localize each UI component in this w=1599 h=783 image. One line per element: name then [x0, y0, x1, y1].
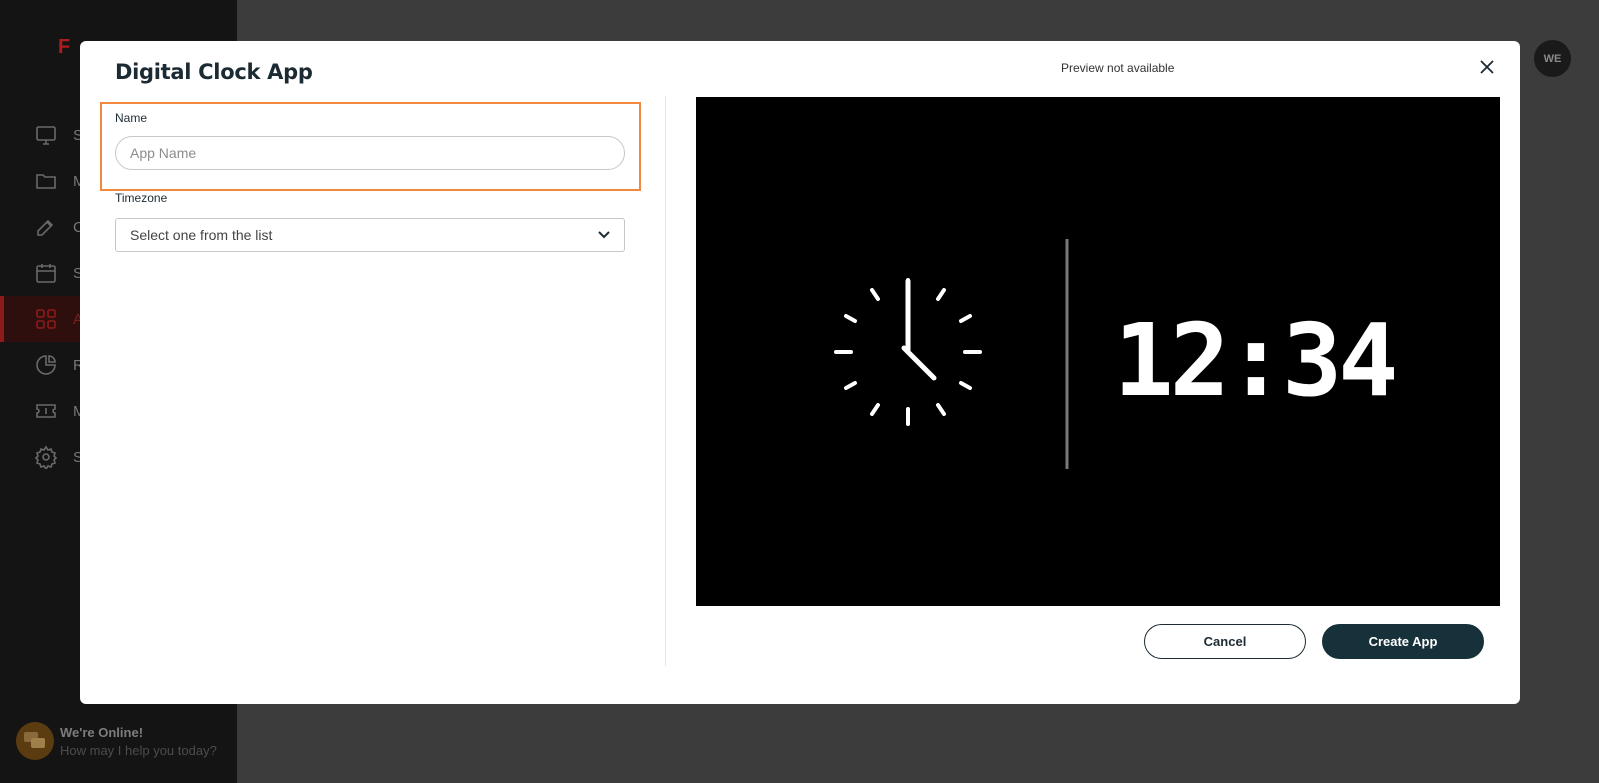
chat-widget[interactable]: We're Online! How may I help you today?	[16, 722, 217, 760]
chat-bubble-icon[interactable]	[16, 722, 54, 760]
timezone-select[interactable]: Select one from the list	[115, 218, 625, 252]
logo: F	[58, 36, 71, 58]
calendar-icon	[36, 264, 56, 283]
analog-clock-icon	[834, 278, 982, 426]
modal-title: Digital Clock App	[115, 60, 313, 84]
column-divider	[665, 96, 666, 666]
pie-chart-icon	[36, 355, 56, 375]
monitor-icon	[36, 126, 56, 145]
preview-note: Preview not available	[1061, 61, 1175, 75]
chevron-down-icon	[598, 231, 610, 239]
avatar[interactable]: WE	[1534, 40, 1571, 77]
create-app-modal: Digital Clock App Preview not available …	[80, 41, 1520, 704]
ticket-dollar-icon	[36, 404, 56, 418]
cancel-button[interactable]: Cancel	[1144, 624, 1306, 659]
close-button[interactable]	[1477, 57, 1497, 77]
gear-icon	[34, 445, 58, 469]
edit-icon	[37, 219, 54, 236]
timezone-label: Timezone	[115, 191, 168, 205]
close-icon	[1480, 60, 1494, 74]
chat-title: We're Online!	[60, 724, 144, 740]
chat-subtitle: How may I help you today?	[60, 742, 217, 758]
timezone-selected-value: Select one from the list	[130, 227, 273, 243]
create-app-button[interactable]: Create App	[1322, 624, 1484, 659]
apps-grid-icon	[36, 309, 56, 329]
digital-time: 12:34	[1113, 302, 1394, 419]
name-label: Name	[115, 111, 148, 125]
folder-icon	[36, 174, 56, 189]
app-name-input[interactable]	[115, 136, 625, 170]
clock-preview: 12:34	[696, 97, 1500, 606]
clock-preview-graphic: 12:34	[834, 239, 1399, 469]
